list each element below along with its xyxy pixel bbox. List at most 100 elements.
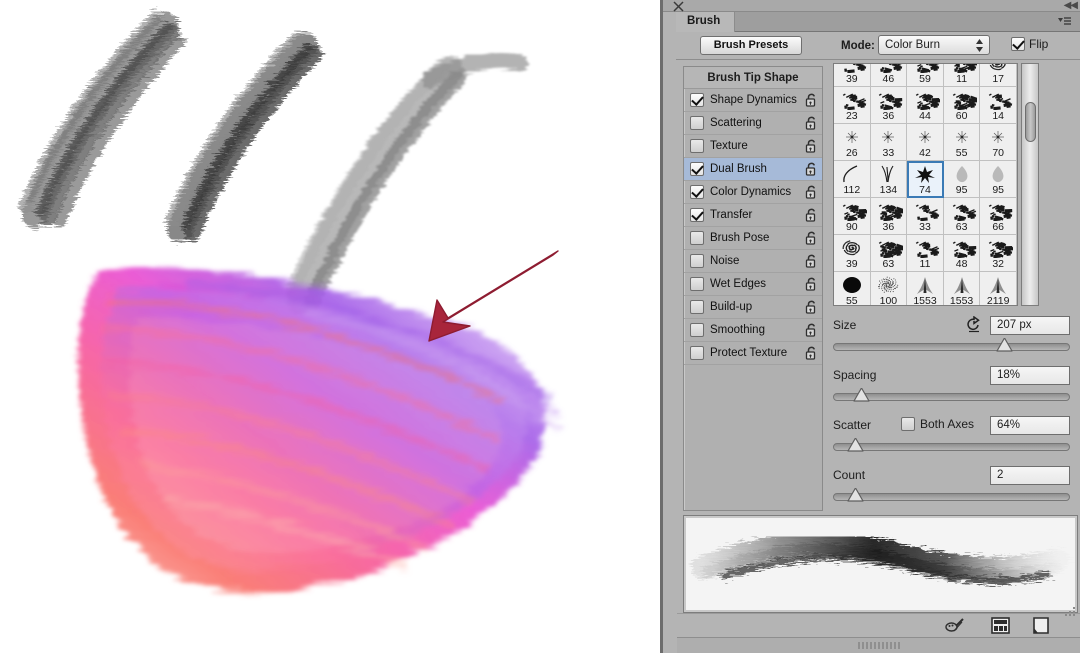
brush-tip-cell[interactable]: 42 bbox=[907, 124, 944, 161]
slider-track[interactable] bbox=[833, 443, 1070, 451]
panel-bottom-bar[interactable] bbox=[677, 637, 1080, 653]
brush-tip-cell[interactable]: 48 bbox=[944, 235, 981, 272]
slider-value-field[interactable]: 207 px bbox=[990, 316, 1070, 335]
brush-option-brush-pose[interactable]: Brush Pose bbox=[684, 227, 822, 250]
both-axes-checkbox[interactable]: Both Axes bbox=[901, 417, 974, 431]
brush-option-shape-dynamics[interactable]: Shape Dynamics bbox=[684, 89, 822, 112]
brush-tip-cell[interactable]: 14 bbox=[980, 87, 1017, 124]
option-checkbox[interactable] bbox=[690, 254, 704, 268]
brush-tip-cell[interactable]: 1553 bbox=[944, 272, 981, 306]
reset-icon[interactable] bbox=[966, 316, 982, 333]
brush-tip-cell[interactable]: 63 bbox=[944, 198, 981, 235]
scrollbar-thumb[interactable] bbox=[1025, 102, 1036, 142]
slider-knob[interactable] bbox=[847, 438, 864, 452]
slider-knob[interactable] bbox=[853, 388, 870, 402]
brush-tip-cell[interactable]: 66 bbox=[980, 198, 1017, 235]
brush-tip-cell[interactable]: 46 bbox=[871, 63, 908, 87]
option-checkbox[interactable] bbox=[690, 346, 704, 360]
lock-open-icon[interactable] bbox=[805, 254, 818, 268]
brush-tip-shape-item[interactable]: Brush Tip Shape bbox=[684, 67, 822, 89]
slider-track[interactable] bbox=[833, 493, 1070, 501]
brush-tip-cell[interactable]: 90 bbox=[834, 198, 871, 235]
brush-tip-cell[interactable]: 11 bbox=[944, 63, 981, 87]
brush-presets-button[interactable]: Brush Presets bbox=[700, 36, 802, 55]
tab-brush[interactable]: Brush bbox=[676, 12, 735, 32]
brush-tip-cell[interactable]: 44 bbox=[907, 87, 944, 124]
lock-open-icon[interactable] bbox=[805, 346, 818, 360]
brush-tip-cell[interactable]: 23 bbox=[834, 87, 871, 124]
lock-open-icon[interactable] bbox=[805, 185, 818, 199]
brush-tip-cell[interactable]: 134 bbox=[871, 161, 908, 198]
option-checkbox[interactable] bbox=[690, 93, 704, 107]
collapse-arrows-icon[interactable]: ◀◀ bbox=[1064, 0, 1077, 11]
brush-tip-cell[interactable]: 36 bbox=[871, 198, 908, 235]
brush-tip-cell[interactable]: 95 bbox=[980, 161, 1017, 198]
lock-open-icon[interactable] bbox=[805, 231, 818, 245]
brush-tip-cell[interactable]: 100 bbox=[871, 272, 908, 306]
brush-tip-cell[interactable]: 70 bbox=[980, 124, 1017, 161]
option-checkbox[interactable] bbox=[690, 185, 704, 199]
slider-value-field[interactable]: 2 bbox=[990, 466, 1070, 485]
window-grip-icon[interactable] bbox=[857, 642, 901, 649]
lock-open-icon[interactable] bbox=[805, 323, 818, 337]
slider-knob[interactable] bbox=[996, 338, 1013, 352]
option-checkbox[interactable] bbox=[690, 300, 704, 314]
lock-open-icon[interactable] bbox=[805, 139, 818, 153]
new-brush-icon[interactable] bbox=[1032, 617, 1050, 634]
brush-tip-cell[interactable]: 17 bbox=[980, 63, 1017, 87]
lock-open-icon[interactable] bbox=[805, 162, 818, 176]
option-checkbox[interactable] bbox=[690, 277, 704, 291]
slider-value-field[interactable]: 64% bbox=[990, 416, 1070, 435]
brush-option-transfer[interactable]: Transfer bbox=[684, 204, 822, 227]
brush-option-smoothing[interactable]: Smoothing bbox=[684, 319, 822, 342]
brush-option-noise[interactable]: Noise bbox=[684, 250, 822, 273]
brush-tip-cell[interactable]: 39 bbox=[834, 63, 871, 87]
slider-knob[interactable] bbox=[847, 488, 864, 502]
brush-panel-icon[interactable] bbox=[991, 617, 1010, 634]
brush-tip-cell[interactable]: 11 bbox=[907, 235, 944, 272]
brush-tip-cell[interactable]: 26 bbox=[834, 124, 871, 161]
brush-tip-cell[interactable]: 33 bbox=[907, 198, 944, 235]
option-checkbox[interactable] bbox=[690, 116, 704, 130]
flip-checkbox[interactable]: Flip bbox=[1011, 37, 1048, 51]
brush-tip-cell[interactable]: 59 bbox=[907, 63, 944, 87]
lock-open-icon[interactable] bbox=[805, 93, 818, 107]
lock-open-icon[interactable] bbox=[805, 208, 818, 222]
brush-option-dual-brush[interactable]: Dual Brush bbox=[684, 158, 822, 181]
slider-value-field[interactable]: 18% bbox=[990, 366, 1070, 385]
lock-open-icon[interactable] bbox=[805, 116, 818, 130]
brush-tip-cell[interactable]: 55 bbox=[944, 124, 981, 161]
brush-tip-cell[interactable]: 74 bbox=[907, 161, 944, 198]
brush-tip-cell[interactable]: 33 bbox=[871, 124, 908, 161]
brush-tip-cell[interactable]: 32 bbox=[980, 235, 1017, 272]
brush-tip-cell[interactable]: 112 bbox=[834, 161, 871, 198]
brush-tip-cell[interactable]: 36 bbox=[871, 87, 908, 124]
brush-option-texture[interactable]: Texture bbox=[684, 135, 822, 158]
option-checkbox[interactable] bbox=[690, 231, 704, 245]
option-checkbox[interactable] bbox=[690, 139, 704, 153]
brush-tip-cell[interactable]: 95 bbox=[944, 161, 981, 198]
lock-open-icon[interactable] bbox=[805, 277, 818, 291]
brush-tip-cell[interactable]: 1553 bbox=[907, 272, 944, 306]
brush-tip-cell[interactable]: 63 bbox=[871, 235, 908, 272]
brush-option-color-dynamics[interactable]: Color Dynamics bbox=[684, 181, 822, 204]
panel-menu-icon[interactable] bbox=[1058, 16, 1072, 28]
brush-tip-cell[interactable]: 39 bbox=[834, 235, 871, 272]
option-checkbox[interactable] bbox=[690, 162, 704, 176]
brush-tip-grid[interactable]: 3946591117233644601426334255701121347495… bbox=[833, 63, 1018, 306]
brush-option-scattering[interactable]: Scattering bbox=[684, 112, 822, 135]
blend-mode-select[interactable]: Color Burn bbox=[878, 35, 990, 55]
brush-grid-scrollbar[interactable] bbox=[1021, 63, 1039, 306]
brush-tip-cell[interactable]: 55 bbox=[834, 272, 871, 306]
slider-track[interactable] bbox=[833, 343, 1070, 351]
lock-open-icon[interactable] bbox=[805, 300, 818, 314]
brush-tip-cell[interactable]: 2119 bbox=[980, 272, 1017, 306]
brush-tip-cell[interactable]: 60 bbox=[944, 87, 981, 124]
close-icon[interactable] bbox=[673, 1, 684, 12]
option-checkbox[interactable] bbox=[690, 208, 704, 222]
photoshop-canvas[interactable] bbox=[0, 0, 660, 653]
resize-grip-icon[interactable] bbox=[1065, 605, 1077, 617]
toggle-brush-palette-icon[interactable] bbox=[945, 617, 965, 635]
option-checkbox[interactable] bbox=[690, 323, 704, 337]
brush-option-protect-texture[interactable]: Protect Texture bbox=[684, 342, 822, 365]
